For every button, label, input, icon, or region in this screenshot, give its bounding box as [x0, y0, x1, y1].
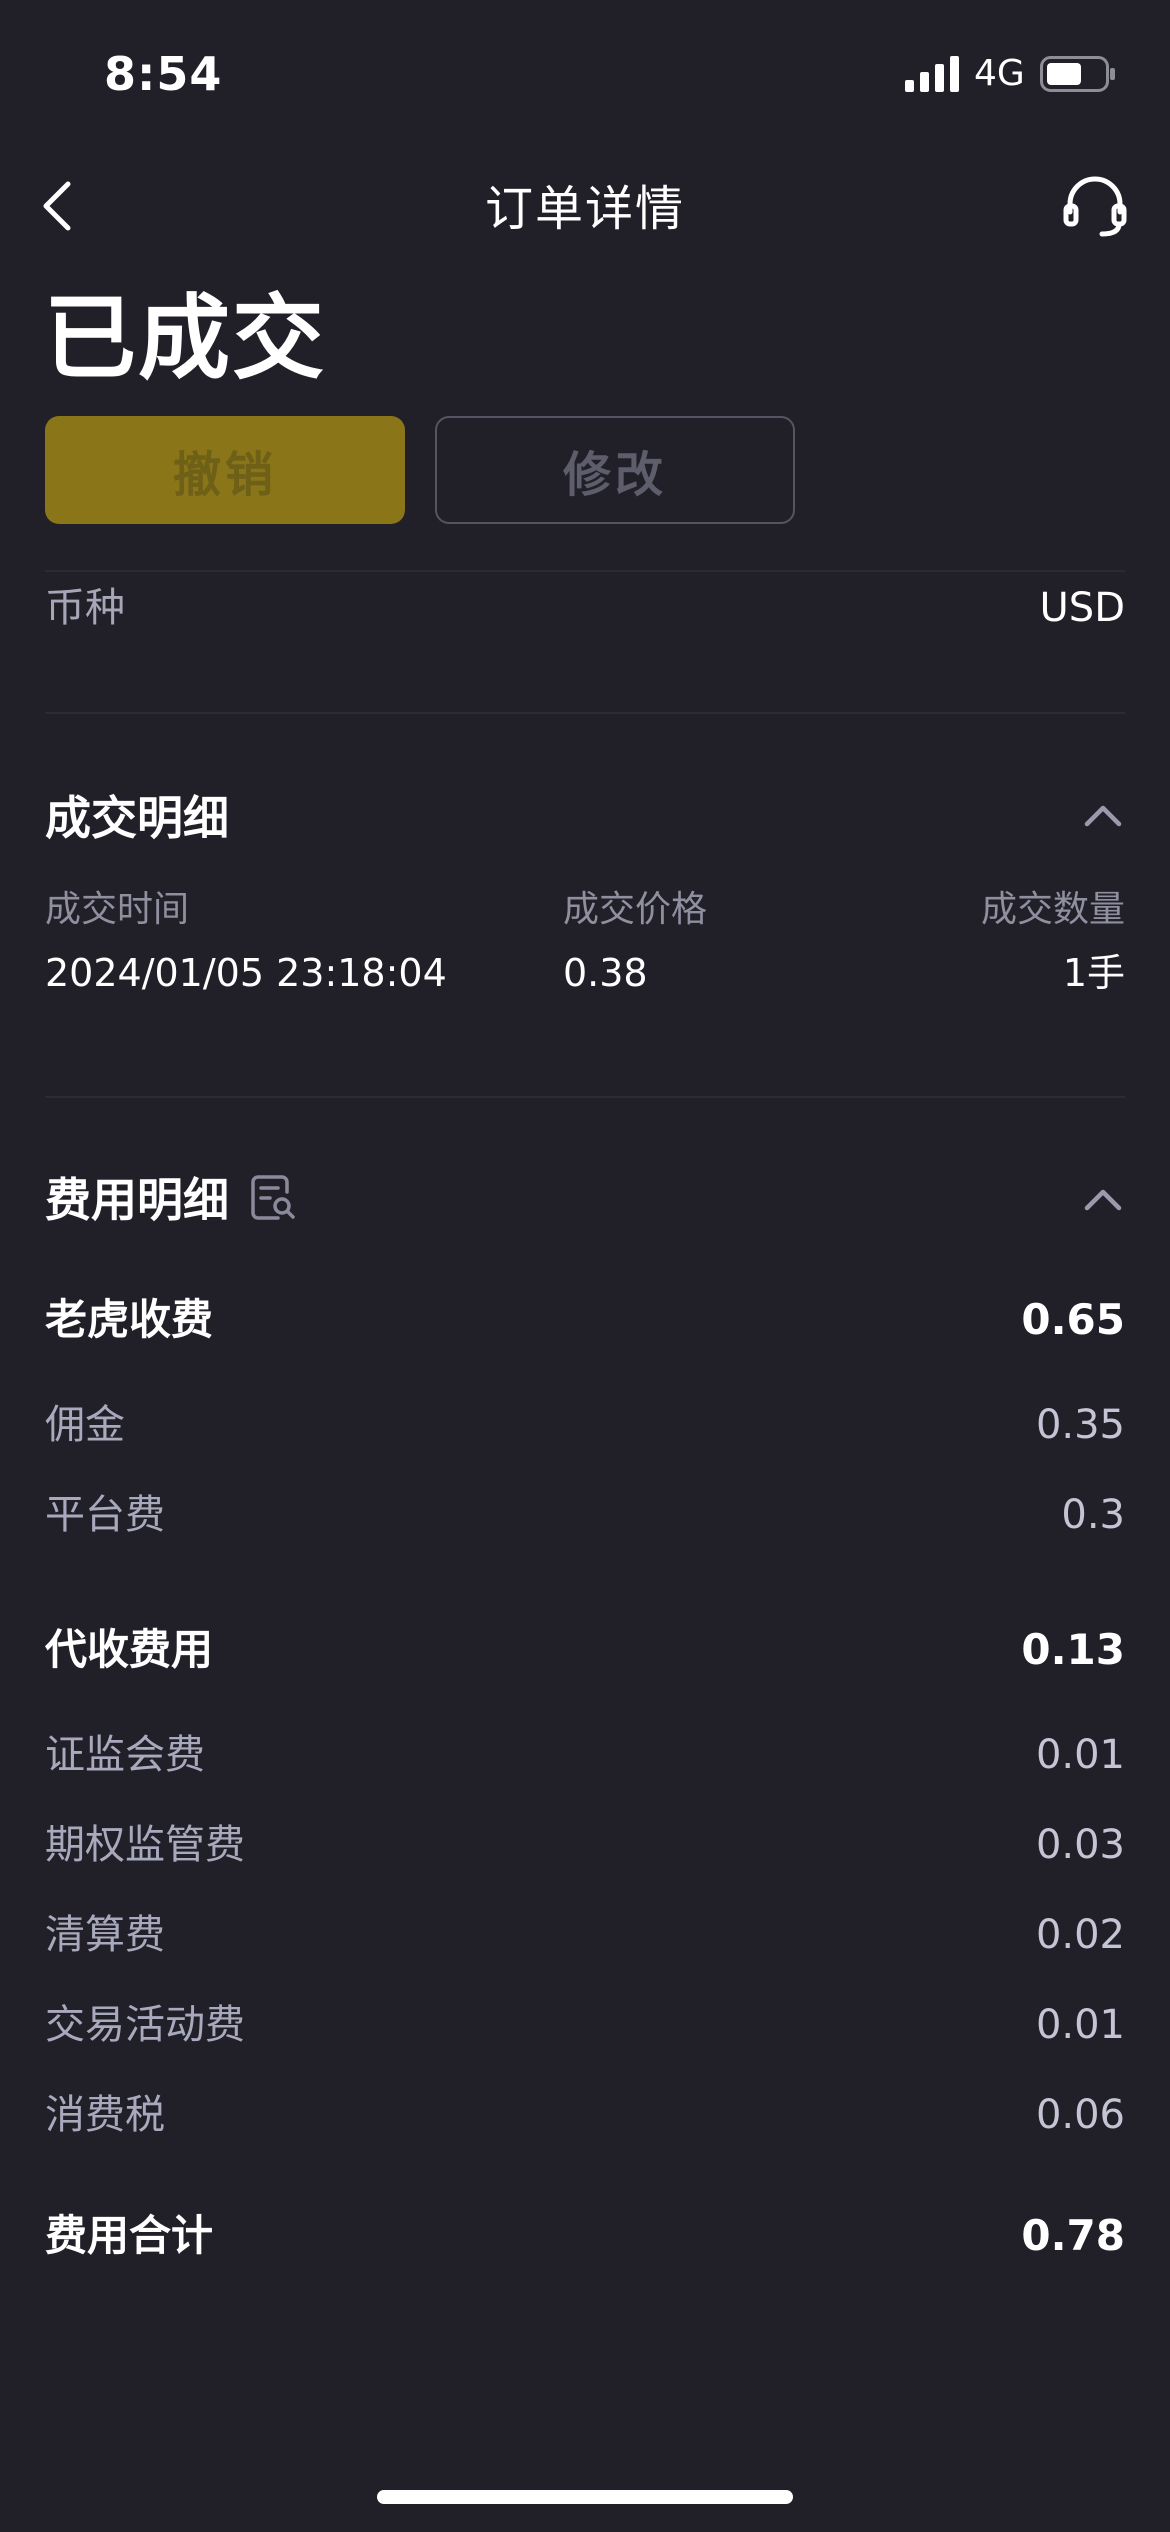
fee-total-value: 0.78 [1021, 2211, 1125, 2260]
column-header-quantity: 成交数量 [980, 889, 1125, 930]
fee-item-value: 0.02 [1035, 1912, 1125, 1958]
fee-item-label: 证监会费 [45, 1732, 205, 1778]
currency-label: 币种 [45, 585, 125, 631]
fee-item-value: 0.06 [1035, 2092, 1125, 2138]
status-time: 8:54 [104, 47, 223, 101]
fee-item-value: 0.03 [1035, 1822, 1125, 1868]
collected-fees-label: 代收费用 [45, 1625, 214, 1674]
fee-item-value: 0.01 [1035, 2002, 1125, 2048]
trade-time: 2024/01/05 23:18:04 [45, 951, 447, 995]
home-indicator[interactable] [377, 2490, 793, 2504]
divider [45, 712, 1125, 714]
modify-order-button[interactable]: 修改 [435, 416, 795, 524]
headset-icon[interactable] [1062, 176, 1128, 238]
trade-details-title: 成交明细 [45, 791, 229, 845]
document-search-icon[interactable] [250, 1174, 296, 1224]
fee-item-label: 交易活动费 [45, 2002, 245, 2048]
fee-item-value: 0.35 [1035, 1402, 1125, 1448]
trade-price: 0.38 [563, 951, 648, 995]
currency-value: USD [1039, 585, 1125, 631]
page-title: 订单详情 [484, 181, 685, 237]
signal-icon [905, 56, 959, 92]
fee-item-label: 平台费 [45, 1492, 165, 1538]
order-status: 已成交 [44, 285, 327, 392]
fee-details-title: 费用明细 [45, 1173, 229, 1227]
network-type: 4G [974, 53, 1025, 94]
fee-item-label: 期权监管费 [45, 1822, 245, 1868]
tiger-fees-total: 0.65 [1021, 1295, 1125, 1344]
fee-total-label: 费用合计 [45, 2211, 214, 2260]
divider [45, 1096, 1125, 1098]
tiger-fees-label: 老虎收费 [45, 1295, 214, 1344]
fee-item-label: 清算费 [45, 1912, 165, 1958]
fee-item-value: 0.01 [1035, 1732, 1125, 1778]
column-header-time: 成交时间 [45, 889, 190, 930]
battery-icon [1040, 56, 1115, 92]
fee-item-label: 佣金 [45, 1402, 125, 1448]
divider [45, 570, 1125, 572]
cancel-order-button[interactable]: 撤销 [45, 416, 405, 524]
collected-fees-total: 0.13 [1021, 1625, 1125, 1674]
fee-item-label: 消费税 [45, 2092, 165, 2138]
fee-item-value: 0.3 [1061, 1492, 1125, 1538]
chevron-up-icon[interactable] [1081, 1184, 1125, 1214]
trade-quantity: 1手 [1062, 951, 1125, 995]
chevron-up-icon[interactable] [1081, 800, 1125, 830]
column-header-price: 成交价格 [563, 889, 708, 930]
